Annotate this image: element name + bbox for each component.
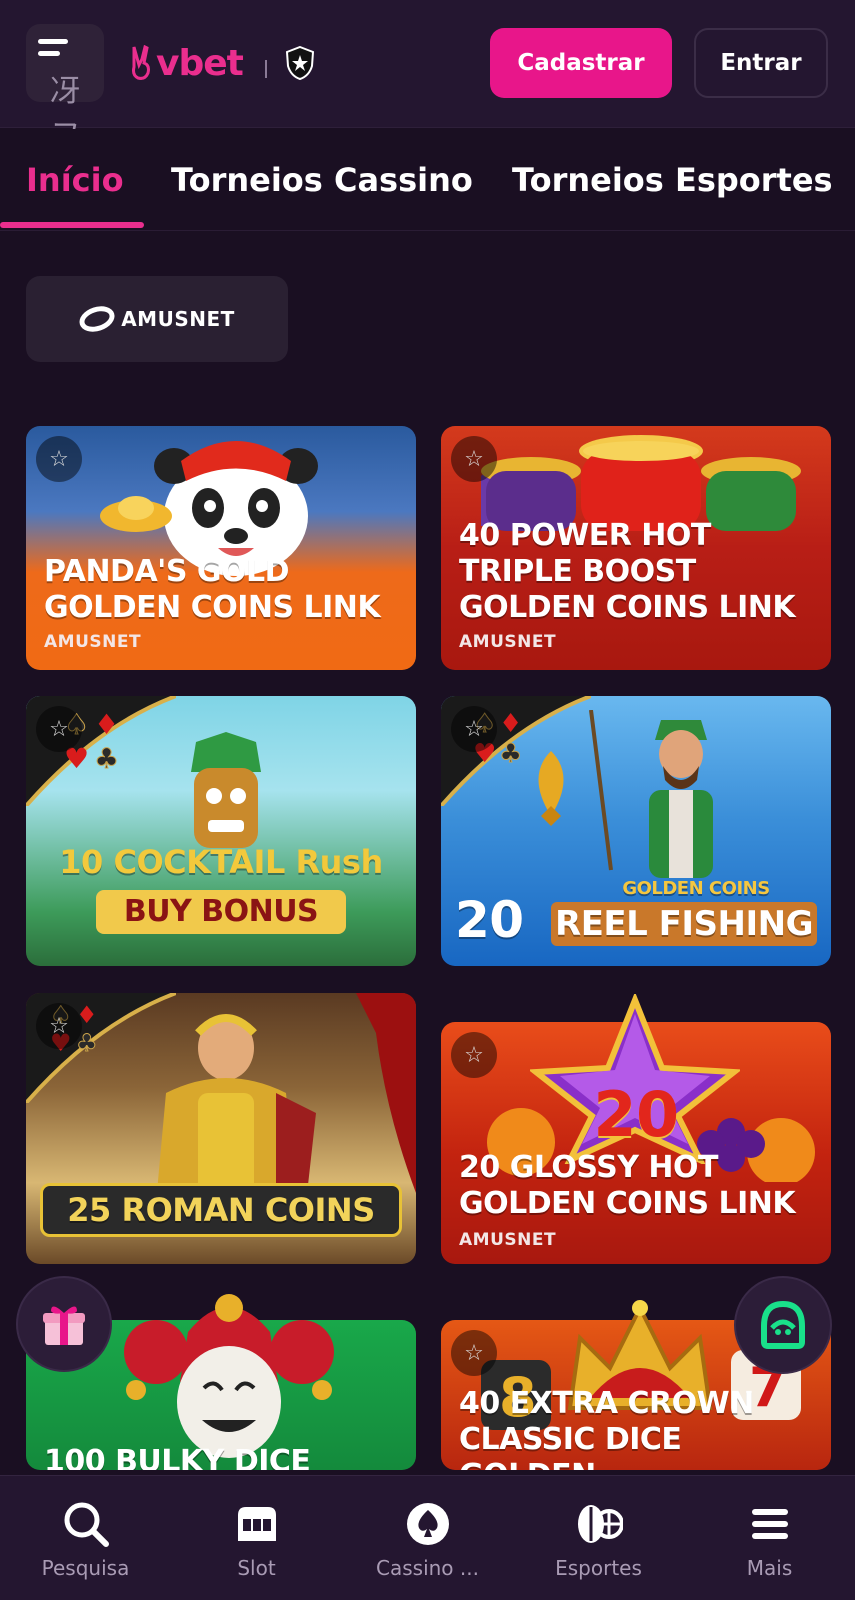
fish-art xyxy=(538,751,564,826)
svg-text:♣: ♣ xyxy=(499,739,522,769)
menu-button[interactable]: 冴ヲ xyxy=(26,24,104,153)
gift-icon xyxy=(43,1306,85,1345)
login-button[interactable]: Entrar xyxy=(694,28,828,98)
roman-emperor-art xyxy=(156,1014,316,1203)
game-title: 40 POWER HOT TRIPLE BOOST GOLDEN COINS L… xyxy=(459,518,796,625)
game-title: PANDA'S GOLD GOLDEN COINS LINK xyxy=(44,554,381,625)
vbet-hand-icon xyxy=(132,45,150,80)
brand-name: vbet xyxy=(156,42,244,84)
nav-cassino[interactable]: Cassino ... xyxy=(342,1476,513,1600)
game-logo-title: 25 ROMAN COINS xyxy=(40,1183,402,1237)
favorite-star-icon[interactable]: ☆ xyxy=(451,436,497,482)
svg-text:♦: ♦ xyxy=(499,709,522,739)
logo-divider xyxy=(264,60,267,78)
game-card[interactable]: ☆ ♠ ♦ ♥ ♣ 10 COCKTAIL Rush BUY BONUS xyxy=(26,696,416,966)
tab-torneios-cassino[interactable]: Torneios Cassino xyxy=(171,161,473,199)
game-subtitle: REEL FISHING xyxy=(551,902,817,946)
favorite-star-icon[interactable]: ☆ xyxy=(451,1330,497,1376)
game-tag: GOLDEN COINS xyxy=(622,878,770,899)
curtain-art xyxy=(356,993,416,1193)
game-card[interactable]: ☆ ♠ ♦ ♥ ♣ GOLDEN COINS 20 REEL FISHING xyxy=(441,696,831,966)
nav-label: Mais xyxy=(746,1556,793,1580)
favorite-star-icon[interactable]: ☆ xyxy=(36,1003,82,1049)
nav-pesquisa[interactable]: Pesquisa xyxy=(0,1476,171,1600)
menu-icon xyxy=(751,1509,788,1539)
provider-label: AMUSNET xyxy=(121,307,235,331)
menu-bar-icon xyxy=(38,39,68,44)
botafogo-shield-icon xyxy=(285,46,314,80)
game-provider: AMUSNET xyxy=(459,632,557,652)
provider-filter-chip[interactable]: AMUSNET xyxy=(26,276,288,362)
nav-label: Esportes xyxy=(555,1556,642,1580)
game-title: 40 EXTRA CROWN CLASSIC DICE GOLDEN xyxy=(459,1386,754,1470)
game-number: 20 xyxy=(455,891,524,949)
register-button[interactable]: Cadastrar xyxy=(490,28,672,98)
game-title: 20 GLOSSY HOT GOLDEN COINS LINK xyxy=(459,1150,796,1221)
sports-ball-icon xyxy=(577,1505,623,1543)
nav-label: Slot xyxy=(237,1556,276,1580)
game-card[interactable]: ☆ ♠ ♦ ♥ ♣ 25 ROMAN COINS xyxy=(26,993,416,1264)
favorite-star-icon[interactable]: ☆ xyxy=(451,1032,497,1078)
menu-bar-icon xyxy=(38,51,60,56)
search-icon xyxy=(64,1502,109,1547)
jester-art xyxy=(124,1294,334,1458)
favorite-star-icon[interactable]: ☆ xyxy=(36,706,82,752)
tab-bar: Início Torneios Cassino Torneios Esporte… xyxy=(0,129,855,231)
game-card[interactable]: ☆ PANDA'S GOLD GOLDEN COINS LINK AMUSNET xyxy=(26,426,416,670)
bottom-navigation: Pesquisa Slot Cassino ... Esportes Mais xyxy=(0,1475,855,1600)
tab-torneios-esportes[interactable]: Torneios Esportes xyxy=(512,161,833,199)
nav-label: Pesquisa xyxy=(41,1556,130,1580)
vbet-logo[interactable]: vbet xyxy=(130,38,315,88)
nav-esportes[interactable]: Esportes xyxy=(513,1476,684,1600)
nav-slot[interactable]: Slot xyxy=(171,1476,342,1600)
favorite-star-icon[interactable]: ☆ xyxy=(451,706,497,752)
nav-mais[interactable]: Mais xyxy=(684,1476,855,1600)
game-logo-title: 10 COCKTAIL Rush xyxy=(59,843,383,881)
active-tab-indicator xyxy=(0,222,144,228)
slot-machine-icon xyxy=(237,1507,276,1541)
game-number: 20 xyxy=(593,1078,679,1151)
game-provider: AMUSNET xyxy=(44,632,142,652)
gold-ingot-art xyxy=(100,496,172,532)
svg-text:♦: ♦ xyxy=(94,708,119,741)
fisherman-art xyxy=(589,710,713,878)
nav-label: Cassino ... xyxy=(376,1556,479,1580)
game-provider: AMUSNET xyxy=(459,1230,557,1250)
app-header: 冴ヲ vbet Cadastrar Entrar xyxy=(0,0,855,153)
svg-text:♣: ♣ xyxy=(94,742,119,775)
buy-bonus-banner: BUY BONUS xyxy=(96,890,346,934)
game-title: 100 BULKY DICE xyxy=(44,1444,311,1470)
support-agent-icon xyxy=(761,1300,805,1349)
amusnet-logo-icon xyxy=(76,302,119,336)
tab-inicio[interactable]: Início xyxy=(26,161,124,199)
support-chat-button[interactable] xyxy=(734,1276,832,1374)
favorite-star-icon[interactable]: ☆ xyxy=(36,436,82,482)
spade-icon xyxy=(406,1503,449,1545)
game-card[interactable]: ☆ 40 POWER HOT TRIPLE BOOST GOLDEN COINS… xyxy=(441,426,831,670)
gift-bonus-button[interactable] xyxy=(16,1276,112,1372)
